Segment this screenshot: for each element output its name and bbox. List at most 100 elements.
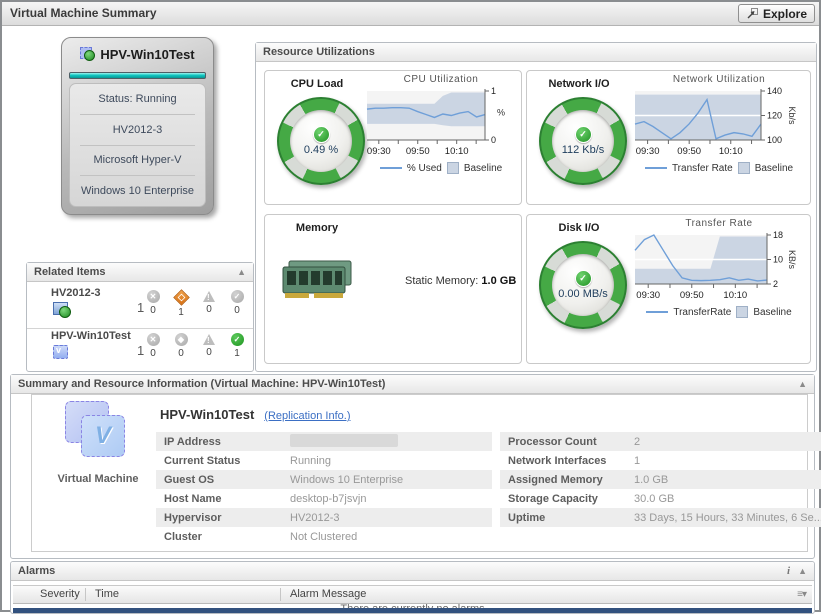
disk-gauge[interactable]: ✓ 0.00 MB/s [539,241,627,329]
field-row: Assigned Memory1.0 GB [500,470,821,489]
column-alarm-message[interactable]: Alarm Message [290,586,366,602]
info-icon[interactable]: i [787,562,790,581]
svg-text:10:10: 10:10 [723,290,747,300]
disk-quadrant: Disk I/O ✓ 0.00 MB/s Transfer Rate 21018… [526,214,811,364]
field-row: Uptime33 Days, 15 Hours, 33 Minutes, 6 S… [500,508,821,527]
warning-icon [203,291,215,302]
column-time[interactable]: Time [95,586,119,602]
collapse-arrow-icon[interactable]: ▲ [237,263,246,282]
explore-button[interactable]: Explore [738,4,815,23]
summary-fields-left: IP Address Current StatusRunning Guest O… [156,432,492,546]
svg-text:09:50: 09:50 [406,146,430,156]
svg-text:2: 2 [773,279,778,289]
alarms-section: Alarms i ▲ Severity Time Alarm Message ≡… [10,561,815,614]
memory-ram-icon [281,257,359,307]
svg-text:09:50: 09:50 [680,290,704,300]
svg-text:120: 120 [767,111,782,121]
svg-text:Kb/s: Kb/s [787,106,797,125]
collapse-arrow-icon[interactable]: ▲ [798,562,807,581]
related-item-name[interactable]: HPV-Win10Test [51,330,131,342]
series-line-swatch [646,311,668,313]
chart-svg: 21018KB/s09:3009:5010:10 [633,230,803,300]
chart-title: Network Utilization [633,74,805,85]
replication-info-link[interactable]: (Replication Info.) [264,410,350,422]
status-ok-icon: ✓ [575,270,592,287]
cpu-utilization-chart[interactable]: CPU Utilization 01%09:3009:5010:10% Used… [365,74,517,174]
series-line-swatch [380,167,402,169]
static-memory-value: 1.0 GB [481,275,516,287]
critical-icon: ◆ [175,333,188,346]
related-items-title: Related Items [34,266,106,278]
vm-card: HPV-Win10Test Status: Running HV2012-3 M… [61,37,214,215]
related-item-count: 1 [137,300,144,315]
column-chooser-icon[interactable]: ≡▾ [797,587,806,603]
baseline-swatch [736,306,748,318]
hyperv-host-icon [53,302,71,318]
disk-io-title: Disk I/O [527,222,631,234]
network-gauge[interactable]: ✓ 112 Kb/s [539,97,627,185]
vm-card-header: HPV-Win10Test [62,38,213,70]
collapse-arrow-icon[interactable]: ▲ [798,375,807,394]
titlebar: Virtual Machine Summary Explore [2,2,819,26]
summary-section: Summary and Resource Information (Virtua… [10,374,815,559]
vm-card-name: HPV-Win10Test [100,47,194,62]
static-memory-label: Static Memory: [405,275,478,287]
svg-text:10:10: 10:10 [445,146,469,156]
page-title: Virtual Machine Summary [10,6,157,20]
baseline-swatch [738,162,750,174]
svg-text:09:30: 09:30 [367,146,391,156]
bottom-bar [13,608,812,614]
field-row: ClusterNot Clustered [156,527,492,546]
svg-text:09:30: 09:30 [636,146,660,156]
svg-text:KB/s: KB/s [787,250,797,270]
resource-utilizations-panel: Resource Utilizations CPU Load ✓ 0.49 % … [255,42,817,372]
svg-text:140: 140 [767,86,782,96]
fatal-icon: ✕ [147,290,160,303]
network-io-title: Network I/O [527,78,631,90]
related-item-name[interactable]: HV2012-3 [51,287,101,299]
virtual-machine-icon: V [61,399,135,467]
field-row: Storage Capacity30.0 GB [500,489,821,508]
svg-text:10:10: 10:10 [719,146,743,156]
alarms-table-header: Severity Time Alarm Message ≡▾ [13,585,812,604]
field-row: IP Address [156,432,492,451]
chart-legend: % UsedBaseline [365,162,517,174]
static-memory-text: Static Memory: 1.0 GB [405,275,516,287]
svg-text:100: 100 [767,135,782,145]
vm-guest-os: Windows 10 Enterprise [70,185,205,197]
vm-card-body: Status: Running HV2012-3 Microsoft Hyper… [69,83,206,207]
svg-text:1: 1 [491,86,496,96]
baseline-swatch [447,162,459,174]
disk-gauge-value: 0.00 MB/s [558,288,608,300]
explore-label: Explore [763,7,807,21]
related-item-row-vm[interactable]: HPV-Win10Test v 1 ✕0 ◆0 0 ✓1 [27,329,253,371]
virtual-machine-icon: v [53,345,69,359]
status-strip [69,72,206,79]
column-severity[interactable]: Severity [40,586,80,602]
chart-legend: TransferRateBaseline [633,306,805,318]
cpu-gauge[interactable]: ✓ 0.49 % [277,97,365,185]
related-items-panel: Related Items ▲ HV2012-3 1 ✕0 1 0 ✓0 HPV… [26,262,254,372]
related-item-row-host[interactable]: HV2012-3 1 ✕0 1 0 ✓0 [27,286,253,329]
svg-text:%: % [497,108,505,118]
critical-icon [173,289,190,306]
field-row: HypervisorHV2012-3 [156,508,492,527]
related-item-count: 1 [137,343,144,358]
cpu-quadrant: CPU Load ✓ 0.49 % CPU Utilization 01%09:… [264,70,522,205]
cpu-gauge-value: 0.49 % [304,144,338,156]
vm-summary-dashboard: Virtual Machine Summary Explore HPV-Win1… [0,0,821,612]
svg-text:0: 0 [491,135,496,145]
network-utilization-chart[interactable]: Network Utilization 100120140Kb/s09:3009… [633,74,805,174]
field-row: Current StatusRunning [156,451,492,470]
cpu-load-title: CPU Load [265,78,369,90]
summary-body: V Virtual Machine HPV-Win10Test(Replicat… [31,394,808,552]
svg-text:09:30: 09:30 [636,290,660,300]
virtual-machine-label: Virtual Machine [42,473,154,485]
summary-vm-name: HPV-Win10Test(Replication Info.) [160,407,351,422]
warning-icon [203,334,215,345]
svg-text:18: 18 [773,230,783,240]
normal-icon: ✓ [231,290,244,303]
disk-transfer-rate-chart[interactable]: Transfer Rate 21018KB/s09:3009:5010:10Tr… [633,218,805,318]
field-row: Processor Count2 [500,432,821,451]
chart-svg: 100120140Kb/s09:3009:5010:10 [633,86,803,156]
